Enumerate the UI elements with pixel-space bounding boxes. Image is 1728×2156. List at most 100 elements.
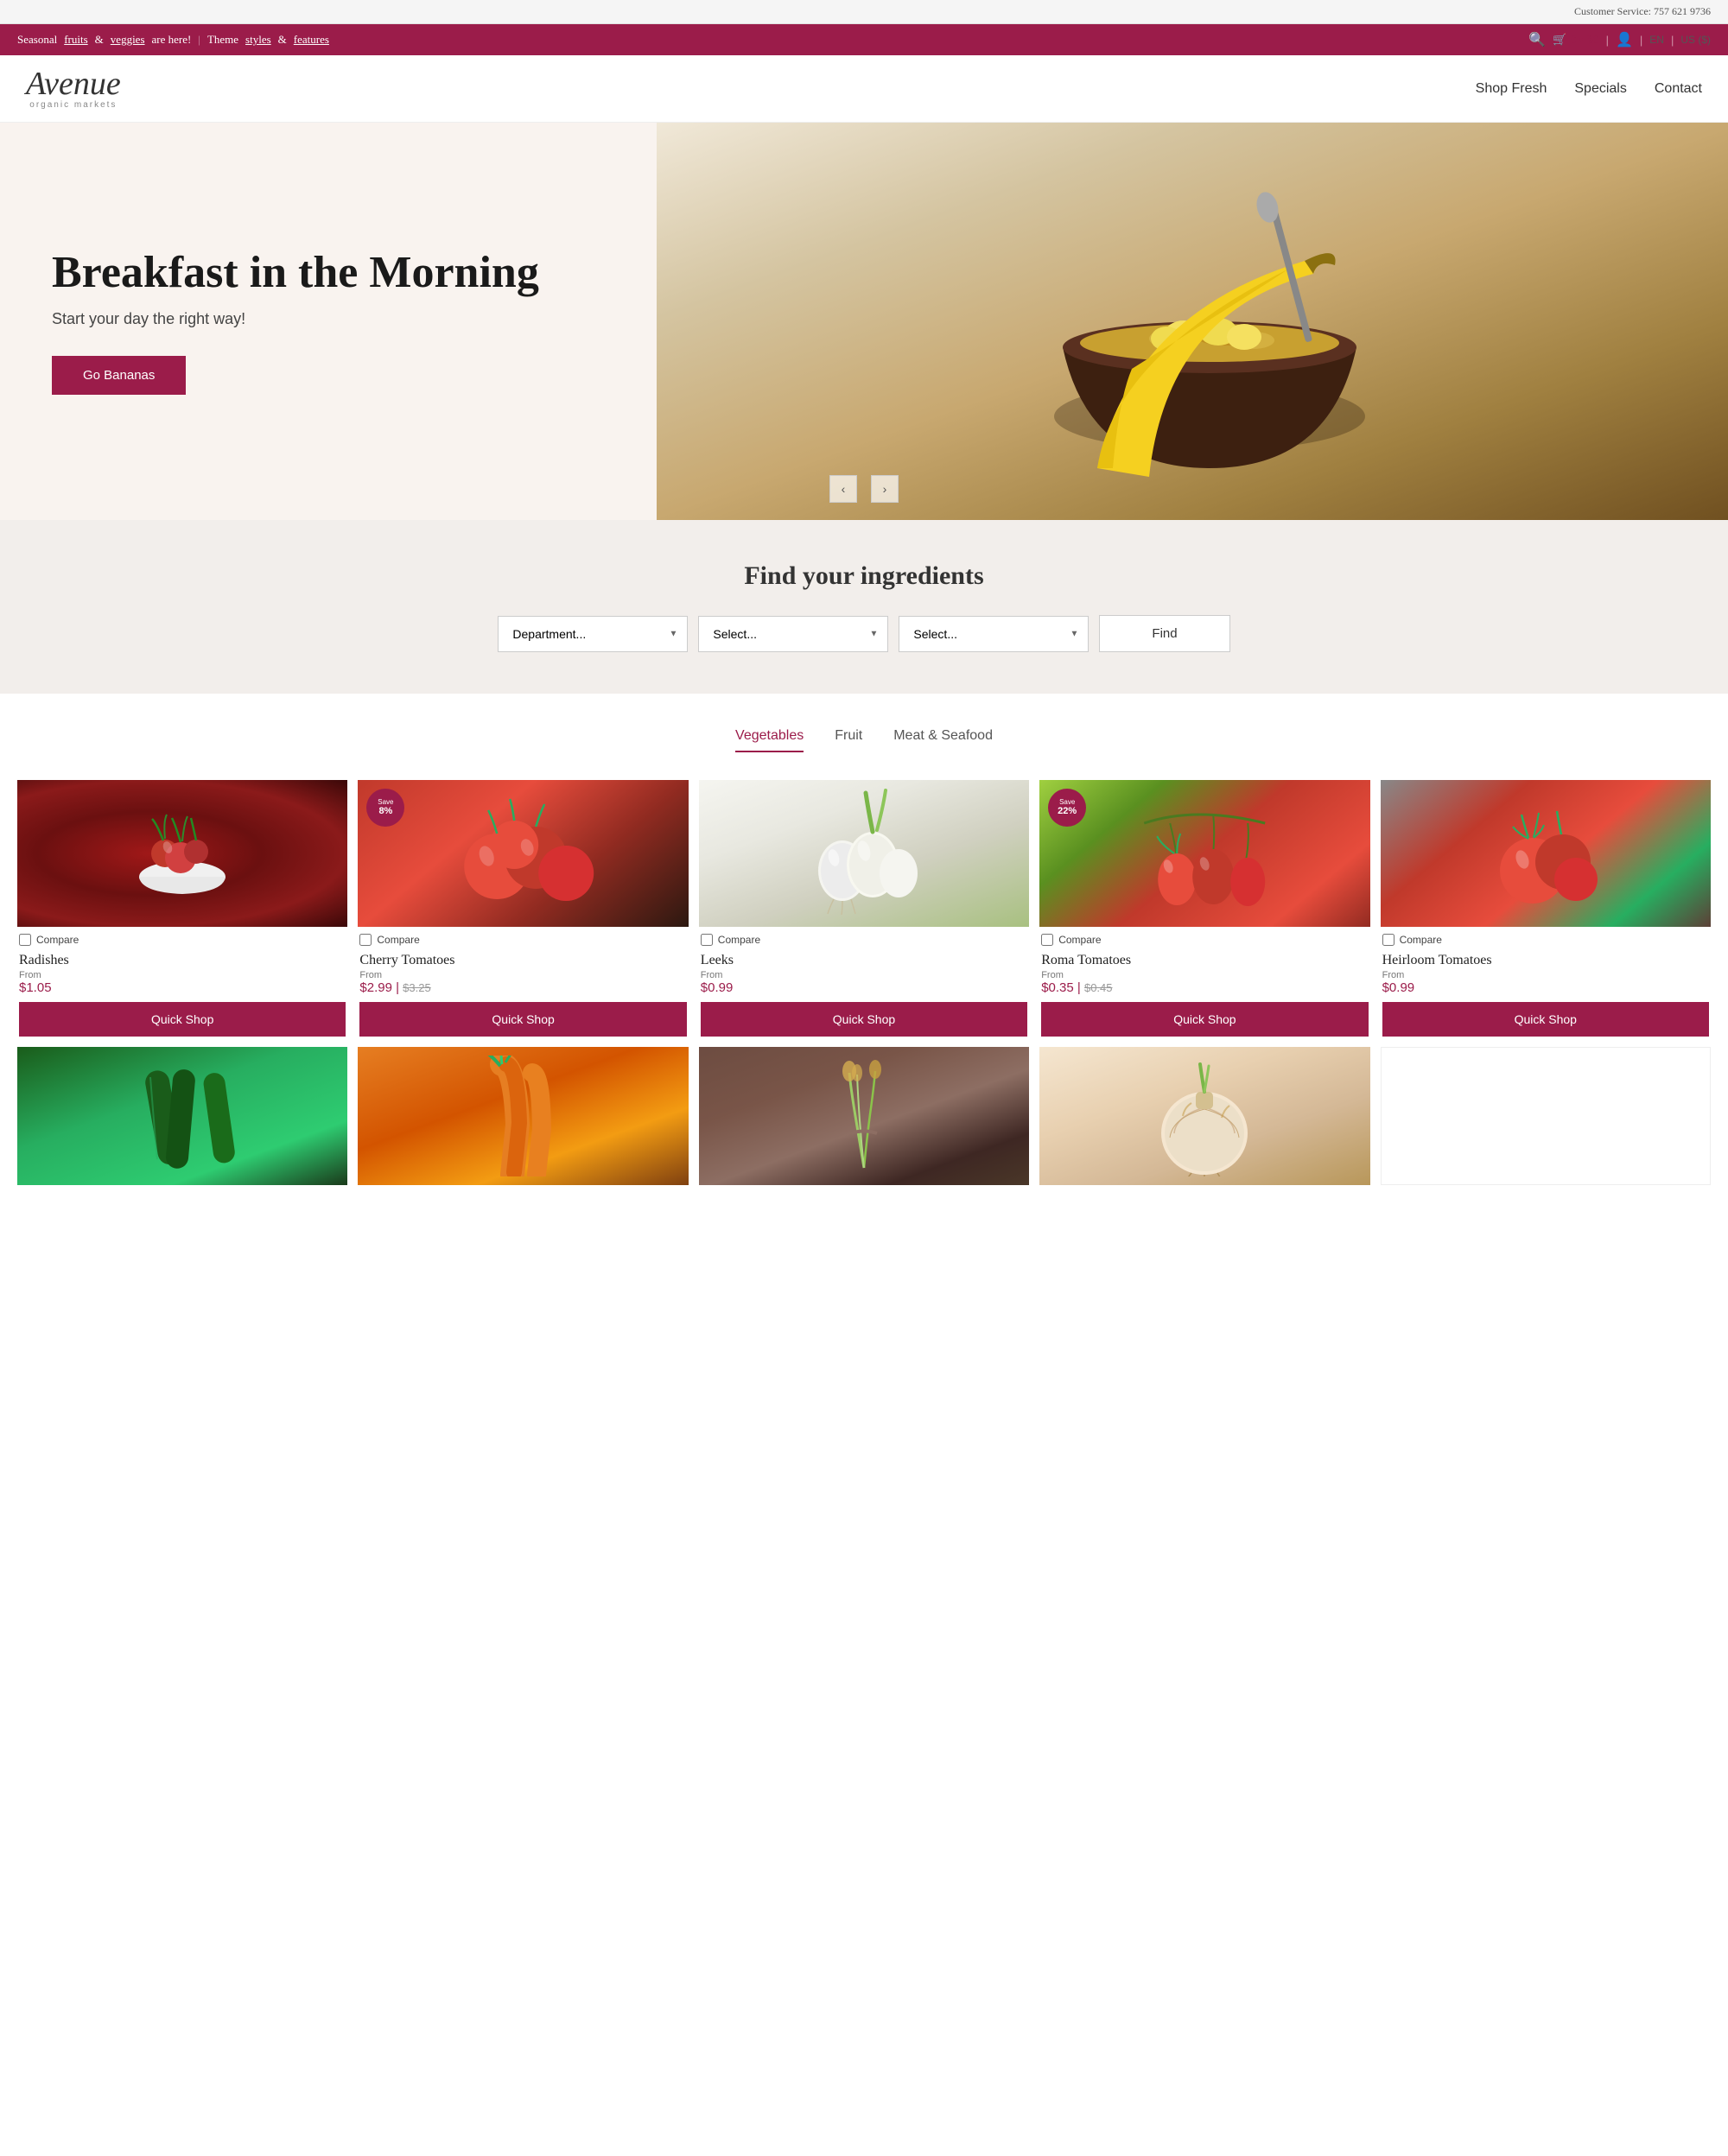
tab-vegetables[interactable]: Vegetables — [735, 728, 804, 752]
heirloom-tomatoes-from: From — [1382, 970, 1709, 980]
roma-tomatoes-info: Compare Roma Tomatoes From $0.35 | $0.45… — [1039, 927, 1369, 1037]
cherry-tomatoes-svg — [358, 780, 688, 927]
leeks-info: Compare Leeks From $0.99 Quick Shop — [699, 927, 1029, 1037]
product-card-cherry-tomatoes: Save 8% — [358, 780, 688, 1037]
nav-specials[interactable]: Specials — [1574, 81, 1626, 97]
carrots-image — [358, 1047, 688, 1185]
cherry-tomatoes-compare-label: Compare — [377, 934, 419, 946]
ingredients-section: Find your ingredients Department... Sele… — [0, 520, 1728, 694]
heirloom-tomatoes-compare: Compare — [1382, 927, 1709, 949]
hero-subtitle: Start your day the right way! — [52, 310, 726, 328]
radishes-bg — [17, 780, 347, 927]
user-icon: 👤 — [1616, 33, 1633, 48]
roma-tomatoes-image: Save 22% — [1039, 780, 1369, 927]
heirloom-tomatoes-info: Compare Heirloom Tomatoes From $0.99 Qui… — [1381, 927, 1711, 1037]
select2[interactable]: Select... — [899, 616, 1089, 652]
save-label-cherry: Save — [378, 798, 393, 807]
language-button[interactable]: EN — [1649, 34, 1664, 46]
radishes-image — [17, 780, 347, 927]
radishes-compare: Compare — [19, 927, 346, 949]
roma-tomatoes-quick-shop-button[interactable]: Quick Shop — [1041, 1002, 1368, 1037]
carrots-svg — [467, 1056, 580, 1176]
cherry-tomatoes-bg: Save 8% — [358, 780, 688, 927]
cherry-tomatoes-quick-shop-button[interactable]: Quick Shop — [359, 1002, 686, 1037]
tab-meat-seafood[interactable]: Meat & Seafood — [893, 728, 993, 752]
theme-text: Theme — [207, 33, 238, 47]
features-link[interactable]: features — [294, 33, 329, 47]
heirloom-tomatoes-compare-label: Compare — [1400, 934, 1442, 946]
select1[interactable]: Select... — [698, 616, 888, 652]
site-header: Avenue organic markets Shop Fresh Specia… — [0, 55, 1728, 123]
user-button[interactable]: 👤 — [1616, 31, 1633, 48]
logo-sub: organic markets — [29, 100, 117, 110]
cart-price: $0 — [1586, 33, 1598, 46]
heirloom-tomatoes-compare-checkbox[interactable] — [1382, 934, 1394, 946]
radishes-quick-shop-button[interactable]: Quick Shop — [19, 1002, 346, 1037]
find-button[interactable]: Find — [1099, 615, 1229, 652]
heirloom-tomatoes-quick-shop-button[interactable]: Quick Shop — [1382, 1002, 1709, 1037]
currency-button[interactable]: US ($) — [1680, 34, 1711, 46]
tab-fruit[interactable]: Fruit — [835, 728, 862, 752]
hero-cta-button[interactable]: Go Bananas — [52, 356, 186, 395]
product-card-leeks: Compare Leeks From $0.99 Quick Shop — [699, 780, 1029, 1037]
cart-count: 0 — [1570, 33, 1576, 46]
logo[interactable]: Avenue organic markets — [26, 67, 121, 110]
nav-shop-fresh[interactable]: Shop Fresh — [1476, 81, 1547, 97]
fruits-link[interactable]: fruits — [64, 33, 87, 47]
hero-image — [657, 123, 1728, 520]
radishes-compare-checkbox[interactable] — [19, 934, 31, 946]
hero-prev-button[interactable]: ‹ — [829, 475, 857, 503]
roma-tomatoes-bg: Save 22% — [1039, 780, 1369, 927]
product-grid-row1: Compare Radishes From $1.05 Quick Shop S… — [17, 780, 1711, 1037]
herbs-image — [699, 1047, 1029, 1185]
department-select[interactable]: Department... — [498, 616, 688, 652]
product-card-carrots — [358, 1047, 688, 1185]
hero-illustration — [657, 123, 1728, 520]
cherry-tomatoes-compare: Compare — [359, 927, 686, 949]
roma-tomatoes-svg — [1039, 780, 1369, 927]
top-bar-right: 🔍 🛒 0 • $0 | 👤 | EN | US ($) — [1528, 31, 1711, 48]
products-section: Vegetables Fruit Meat & Seafood — [0, 694, 1728, 1220]
nav-contact[interactable]: Contact — [1655, 81, 1702, 97]
leeks-compare-checkbox[interactable] — [701, 934, 713, 946]
save-label-roma: Save — [1059, 798, 1075, 807]
hero-next-button[interactable]: › — [871, 475, 899, 503]
search-button[interactable]: 🔍 — [1528, 31, 1546, 48]
leeks-name: Leeks — [701, 953, 1027, 968]
roma-tomatoes-compare: Compare — [1041, 927, 1368, 949]
product-card-empty — [1381, 1047, 1711, 1185]
leeks-quick-shop-button[interactable]: Quick Shop — [701, 1002, 1027, 1037]
and2: & — [278, 33, 287, 47]
and1: & — [95, 33, 104, 47]
radishes-from: From — [19, 970, 346, 980]
ingredients-form: Department... Select... Select... Find — [26, 615, 1702, 652]
empty-card-image — [1381, 1047, 1711, 1185]
roma-tomatoes-name: Roma Tomatoes — [1041, 953, 1368, 968]
roma-tomatoes-compare-checkbox[interactable] — [1041, 934, 1053, 946]
hero-section: Breakfast in the Morning Start your day … — [0, 123, 1728, 520]
cucumbers-image — [17, 1047, 347, 1185]
styles-link[interactable]: styles — [245, 33, 271, 47]
cucumbers-svg — [126, 1056, 238, 1176]
customer-service-text: Customer Service: 757 621 9736 — [1574, 5, 1711, 17]
radishes-info: Compare Radishes From $1.05 Quick Shop — [17, 927, 347, 1037]
cart-icon: 🛒 — [1553, 33, 1566, 46]
save-percent-cherry: 8% — [378, 806, 392, 817]
select1-wrap: Select... — [698, 616, 888, 652]
ingredients-title: Find your ingredients — [26, 561, 1702, 591]
herbs-svg — [808, 1056, 920, 1176]
cherry-tomatoes-compare-checkbox[interactable] — [359, 934, 372, 946]
department-select-wrap: Department... — [498, 616, 688, 652]
separator4: | — [1671, 34, 1674, 47]
radishes-svg — [130, 806, 234, 901]
heirloom-tomatoes-name: Heirloom Tomatoes — [1382, 953, 1709, 968]
onions-svg — [1148, 1056, 1261, 1176]
separator2: | — [1606, 34, 1609, 47]
product-card-heirloom-tomatoes: Compare Heirloom Tomatoes From $0.99 Qui… — [1381, 780, 1711, 1037]
cucumbers-bg — [17, 1047, 347, 1185]
main-nav: Shop Fresh Specials Contact — [1476, 81, 1702, 97]
heirloom-tomatoes-price: $0.99 — [1382, 980, 1709, 995]
leeks-svg — [804, 789, 924, 918]
veggies-link[interactable]: veggies — [111, 33, 145, 47]
roma-tomatoes-original-price: $0.45 — [1084, 981, 1113, 994]
